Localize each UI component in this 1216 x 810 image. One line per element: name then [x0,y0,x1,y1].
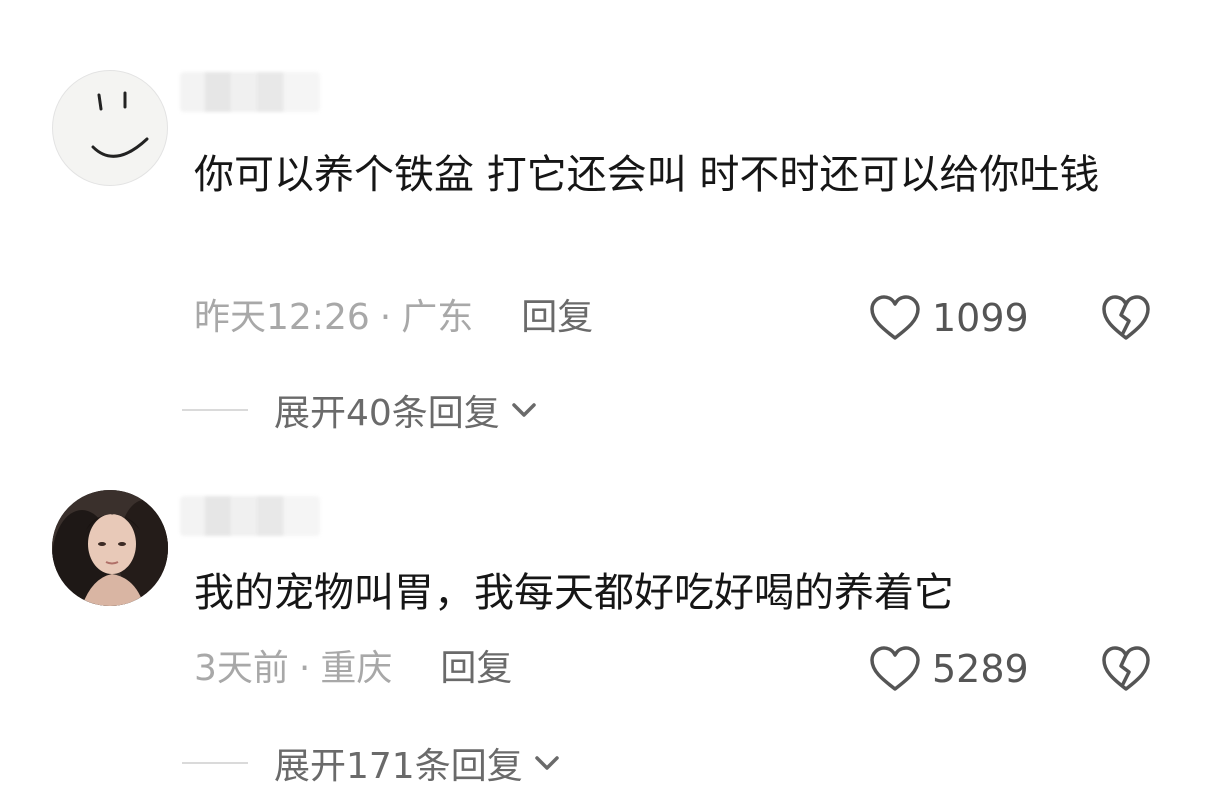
meta-separator: · [298,648,311,689]
chevron-down-icon [534,756,559,770]
comment-time: 3天前 [194,648,289,689]
comment-meta: 3天前 · 重庆 回复 [194,644,512,694]
username-blurred[interactable] [180,72,320,112]
dislike-button[interactable] [1100,293,1152,343]
avatar[interactable] [52,490,168,606]
comment-time: 昨天12:26 [194,297,370,338]
expand-replies-button[interactable]: 展开40条回复 [182,385,542,435]
smiley-face-icon [91,91,149,158]
heart-outline-icon [870,646,920,691]
like-count: 1099 [932,296,1029,340]
username-blurred[interactable] [180,496,320,536]
chevron-down-icon [512,403,536,417]
reply-button[interactable]: 回复 [440,648,512,689]
like-count: 5289 [932,647,1029,691]
like-button[interactable]: 5289 [868,644,1029,694]
comment-text: 我的宠物叫胃，我每天都好吃好喝的养着它 [194,570,954,616]
meta-separator: · [379,297,392,338]
like-button[interactable]: 1099 [868,293,1029,343]
comment-location: 重庆 [320,648,393,689]
expand-replies-button[interactable]: 展开171条回复 [182,738,565,788]
divider-line [182,409,248,411]
profile-photo [52,490,168,606]
comment-meta: 昨天12:26 · 广东 回复 [194,293,593,343]
avatar[interactable] [52,70,168,186]
dislike-button[interactable] [1100,644,1152,694]
reply-button[interactable]: 回复 [521,297,593,338]
expand-replies-label: 展开171条回复 [274,746,523,787]
broken-heart-icon [1102,646,1150,691]
heart-outline-icon [870,295,920,340]
broken-heart-icon [1102,295,1150,340]
comment-text: 你可以养个铁盆 打它还会叫 时不时还可以给你吐钱 [194,152,1100,198]
comment-location: 广东 [401,297,474,338]
divider-line [182,762,248,764]
expand-replies-label: 展开40条回复 [274,393,500,434]
